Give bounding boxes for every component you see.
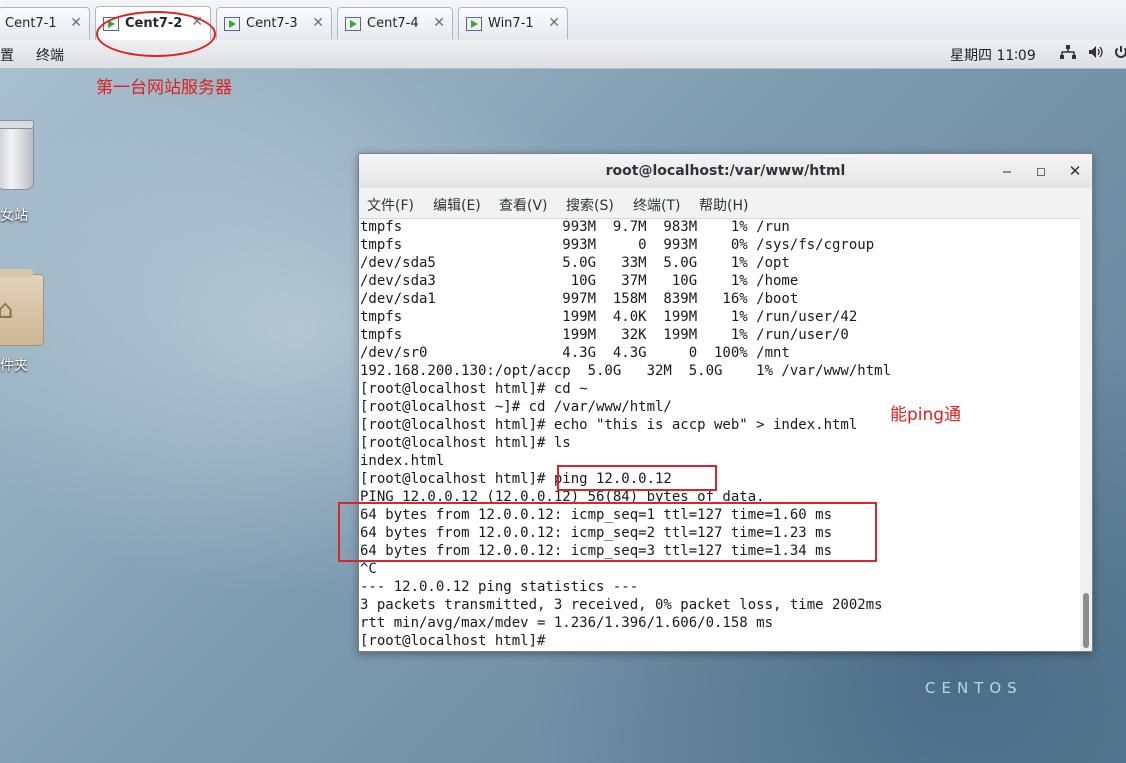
clock[interactable]: 星期四 11∶09	[950, 45, 1036, 65]
terminal-line: rtt min/avg/max/mdev = 1.236/1.396/1.606…	[360, 615, 774, 631]
scrollbar[interactable]	[1080, 218, 1092, 651]
menu-help[interactable]: 帮助(H)	[699, 195, 748, 215]
vm-tab-label: Cent7-4	[367, 16, 419, 31]
minimize-icon[interactable]: ‒	[997, 161, 1017, 181]
terminal-line: --- 12.0.0.12 ping statistics ---	[360, 579, 639, 595]
scrollbar-thumb[interactable]	[1083, 593, 1089, 648]
vm-icon	[466, 16, 482, 31]
menu-file[interactable]: 文件(F)	[367, 195, 414, 215]
menu-terminal-menu[interactable]: 终端(T)	[633, 195, 680, 215]
terminal-line: tmpfs 993M 9.7M 983M 1% /run	[360, 219, 790, 235]
window-title: root@localhost:/var/www/html	[605, 163, 846, 179]
trash-label: 女站	[0, 208, 28, 224]
annotation-ellipse	[96, 11, 216, 57]
terminal-line: 3 packets transmitted, 3 received, 0% pa…	[360, 597, 883, 613]
terminal-line: /dev/sr0 4.3G 4.3G 0 100% /mnt	[360, 345, 790, 361]
terminal-line: index.html	[360, 453, 445, 469]
vm-tab-win7-1[interactable]: Win7-1 ✕	[458, 7, 568, 39]
close-icon[interactable]: ✕	[548, 15, 560, 31]
close-icon[interactable]: ✕	[312, 15, 324, 31]
network-icon[interactable]	[1060, 45, 1076, 63]
close-icon[interactable]: ✕	[70, 15, 82, 31]
terminal-line: /dev/sda3 10G 37M 10G 1% /home	[360, 273, 799, 289]
vm-icon	[345, 16, 361, 31]
maximize-icon[interactable]: ◻	[1031, 161, 1051, 181]
annotation-box-ping-replies	[338, 502, 877, 562]
terminal-line: tmpfs 993M 0 993M 0% /sys/fs/cgroup	[360, 237, 875, 253]
terminal-line: /dev/sda5 5.0G 33M 5.0G 1% /opt	[360, 255, 790, 271]
close-icon[interactable]: ✕	[1065, 161, 1085, 181]
terminal-output[interactable]: tmpfs 993M 9.7M 983M 1% /run tmpfs 993M 0…	[359, 218, 1082, 651]
vm-icon	[224, 16, 240, 31]
vm-tab-cent7-1[interactable]: Cent7-1 ✕	[0, 7, 90, 39]
close-icon[interactable]: ✕	[433, 15, 445, 31]
vm-tab-label: Cent7-1	[5, 16, 57, 31]
menu-bar: 文件(F) 编辑(E) 查看(V) 搜索(S) 终端(T) 帮助(H)	[359, 188, 1092, 219]
menu-search[interactable]: 搜索(S)	[566, 195, 614, 215]
folder-label: 件夹	[0, 358, 28, 374]
vm-tab-label: Win7-1	[488, 16, 534, 31]
terminal-line: [root@localhost html]# echo "this is acc…	[360, 417, 858, 433]
annotation-server-note: 第一台网站服务器	[96, 78, 232, 98]
vm-tab-cent7-4[interactable]: Cent7-4 ✕	[337, 7, 453, 39]
terminal-line: 192.168.200.130:/opt/accp 5.0G 32M 5.0G …	[360, 363, 892, 379]
terminal-line: ^C	[360, 561, 377, 577]
menu-applications[interactable]: 置	[0, 45, 14, 65]
terminal-line: [root@localhost ~]# cd /var/www/html/	[360, 399, 672, 415]
power-icon[interactable]	[1114, 45, 1126, 63]
home-folder-icon[interactable]: ⌂	[0, 269, 44, 346]
menu-terminal[interactable]: 终端	[36, 45, 64, 65]
terminal-window[interactable]: root@localhost:/var/www/html ‒ ◻ ✕ 文件(F)…	[358, 153, 1093, 652]
terminal-line: [root@localhost html]# cd ~	[360, 381, 588, 397]
house-icon: ⌂	[0, 295, 14, 325]
annotation-box-ping-command	[557, 465, 717, 491]
vm-tab-cent7-3[interactable]: Cent7-3 ✕	[216, 7, 332, 39]
title-bar[interactable]: root@localhost:/var/www/html ‒ ◻ ✕	[359, 154, 1092, 189]
terminal-line: /dev/sda1 997M 158M 839M 16% /boot	[360, 291, 799, 307]
terminal-line: [root@localhost html]# ls	[360, 435, 571, 451]
annotation-ping-note: 能ping通	[890, 405, 962, 425]
centos-watermark: CENTOS	[925, 679, 1023, 697]
terminal-line: tmpfs 199M 32K 199M 1% /run/user/0	[360, 327, 849, 343]
terminal-line: tmpfs 199M 4.0K 199M 1% /run/user/42	[360, 309, 858, 325]
menu-view[interactable]: 查看(V)	[499, 195, 548, 215]
terminal-line: [root@localhost html]#	[360, 633, 554, 649]
trash-icon[interactable]	[0, 120, 34, 190]
vm-tab-label: Cent7-3	[246, 16, 298, 31]
volume-icon[interactable]	[1088, 45, 1104, 63]
menu-edit[interactable]: 编辑(E)	[433, 195, 481, 215]
terminal-line: [root@localhost html]# ping 12.0.0.12	[360, 471, 672, 487]
